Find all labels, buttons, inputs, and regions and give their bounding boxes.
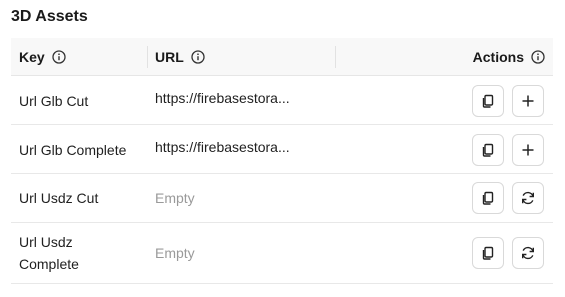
- copy-icon: [482, 143, 494, 157]
- table-header: Key URL Actions: [11, 38, 553, 76]
- refresh-button[interactable]: [512, 182, 544, 214]
- info-icon[interactable]: [52, 50, 66, 64]
- table-row: Url Glb Complete https://firebasestora..…: [11, 125, 553, 174]
- column-divider: [147, 46, 148, 68]
- copy-icon: [482, 191, 494, 205]
- table-row: Url Usdz Complete Empty: [11, 223, 553, 284]
- copy-button[interactable]: [472, 134, 504, 166]
- row-url-empty: Empty: [155, 245, 195, 261]
- refresh-icon: [522, 246, 535, 260]
- table-row: Url Glb Cut https://firebasestora...: [11, 76, 553, 125]
- column-divider: [335, 46, 336, 68]
- row-actions: [472, 85, 544, 117]
- row-key: Url Usdz Cut: [19, 190, 99, 206]
- add-button[interactable]: [512, 85, 544, 117]
- row-url: https://firebasestora...: [155, 90, 290, 106]
- row-actions: [472, 182, 544, 214]
- info-icon[interactable]: [191, 50, 205, 64]
- header-actions: Actions: [473, 38, 545, 76]
- copy-button[interactable]: [472, 182, 504, 214]
- row-key: Url Glb Complete: [19, 142, 127, 158]
- row-key: Url Usdz Complete: [19, 234, 79, 272]
- row-actions: [472, 237, 544, 269]
- copy-button[interactable]: [472, 85, 504, 117]
- row-url-empty: Empty: [155, 190, 195, 206]
- refresh-icon: [522, 191, 535, 205]
- row-actions: [472, 134, 544, 166]
- copy-icon: [482, 246, 494, 260]
- copy-button[interactable]: [472, 237, 504, 269]
- plus-icon: [522, 144, 534, 156]
- header-url: URL: [155, 38, 205, 76]
- table-row: Url Usdz Cut Empty: [11, 174, 553, 223]
- header-url-label: URL: [155, 49, 184, 65]
- copy-icon: [482, 94, 494, 108]
- plus-icon: [522, 95, 534, 107]
- header-key: Key: [19, 38, 66, 76]
- header-key-label: Key: [19, 49, 45, 65]
- add-button[interactable]: [512, 134, 544, 166]
- refresh-button[interactable]: [512, 237, 544, 269]
- header-actions-label: Actions: [472, 49, 524, 65]
- section-title: 3D Assets: [11, 8, 88, 25]
- info-icon[interactable]: [531, 50, 545, 64]
- assets-table: Key URL Actions Url Glb Cut https://fire…: [11, 38, 553, 284]
- row-url: https://firebasestora...: [155, 139, 290, 155]
- row-key: Url Glb Cut: [19, 93, 89, 109]
